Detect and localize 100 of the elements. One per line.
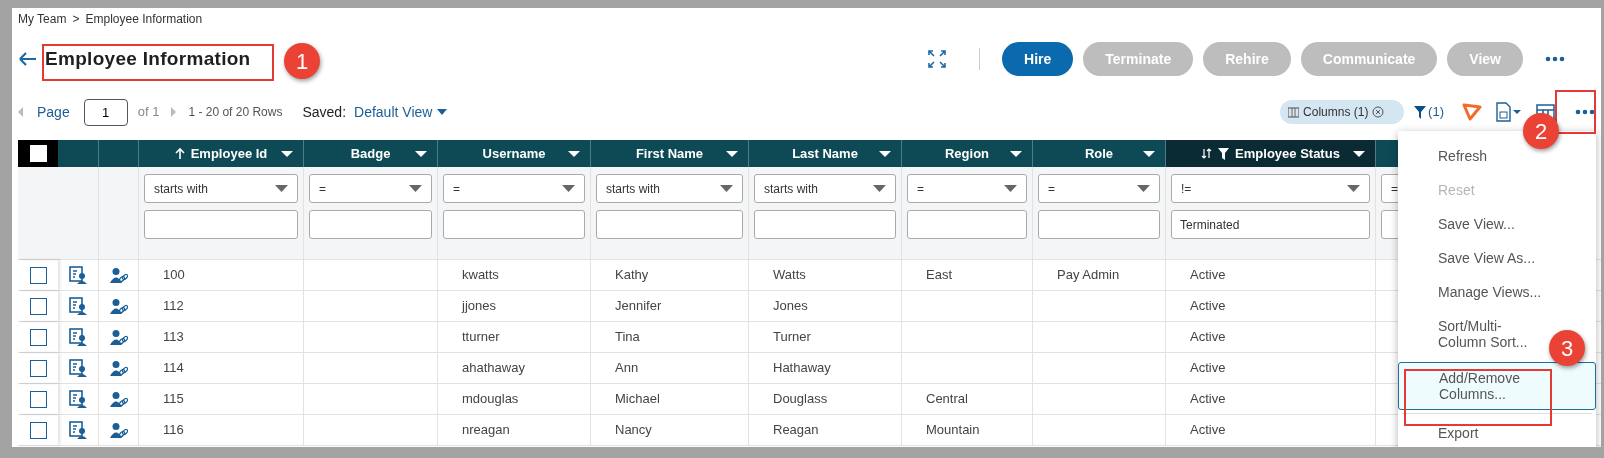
menu-item[interactable]: Export	[1438, 425, 1479, 441]
person-link-icon[interactable]	[109, 390, 128, 408]
clear-icon[interactable]	[1372, 106, 1385, 118]
person-link-icon[interactable]	[109, 328, 128, 346]
filter-input[interactable]	[144, 210, 298, 239]
operator-dropdown[interactable]: =	[443, 174, 585, 203]
table-cell-text: Michael	[615, 390, 660, 409]
operator-dropdown[interactable]: =	[1038, 174, 1160, 203]
caret-icon[interactable]	[879, 150, 891, 157]
column-header[interactable]: Badge	[304, 140, 438, 167]
table-cell-text: 116	[163, 421, 184, 440]
operator-dropdown[interactable]: starts with	[754, 174, 896, 203]
back-arrow-icon[interactable]	[18, 51, 37, 67]
breadcrumb-separator: >	[72, 11, 80, 28]
menu-item[interactable]: Manage Views...	[1438, 284, 1542, 300]
employee-profile-icon[interactable]	[68, 297, 88, 315]
column-header[interactable]: Last Name	[749, 140, 902, 167]
table-cell-text: Hathaway	[773, 359, 831, 378]
table-cell-text: Pay Admin	[1057, 266, 1120, 285]
table-cell-text: mdouglas	[462, 390, 519, 409]
row-checkbox[interactable]	[29, 390, 47, 408]
filter-chip[interactable]: Columns (1)	[1280, 100, 1405, 124]
person-link-icon[interactable]	[109, 359, 128, 377]
caret-icon[interactable]	[568, 150, 580, 157]
caret-icon[interactable]	[1143, 150, 1155, 157]
table-cell-text: Ann	[615, 359, 639, 378]
sort-icon[interactable]	[1201, 147, 1213, 160]
caret-icon[interactable]	[726, 150, 738, 157]
header-cell	[99, 140, 139, 167]
caret-icon[interactable]	[281, 150, 293, 157]
employee-profile-icon[interactable]	[68, 359, 88, 377]
row-checkbox[interactable]	[29, 328, 47, 346]
column-header[interactable]: Employee Id	[139, 140, 304, 167]
saved-label: Saved:	[302, 102, 347, 122]
table-cell-text: Active	[1190, 390, 1226, 409]
more-options-icon[interactable]	[1575, 109, 1595, 115]
operator-dropdown[interactable]: =	[309, 174, 432, 203]
table-cell-text: nreagan	[462, 421, 510, 440]
table-cell-text: Douglass	[773, 390, 828, 409]
employee-profile-icon[interactable]	[68, 328, 88, 346]
person-link-icon[interactable]	[109, 421, 128, 439]
menu-item[interactable]: Refresh	[1438, 148, 1488, 164]
action-button[interactable]: Hire	[1002, 42, 1074, 76]
table-cell-text: Active	[1190, 266, 1226, 285]
filter-input[interactable]	[596, 210, 743, 239]
table-cell-text: Active	[1190, 359, 1226, 378]
table-cell-text: East	[926, 266, 952, 285]
saved-view-dropdown[interactable]: Default View	[354, 101, 448, 123]
filter-count-button[interactable]: (1)	[1414, 102, 1444, 122]
filter-icon[interactable]	[1414, 105, 1427, 119]
operator-dropdown[interactable]: starts with	[144, 174, 298, 203]
filter-input[interactable]	[907, 210, 1027, 239]
menu-item[interactable]: Add/Remove Columns...	[1398, 362, 1596, 410]
table-cell-text: Jones	[773, 297, 808, 316]
filter-input[interactable]	[754, 210, 896, 239]
expand-icon[interactable]	[927, 49, 948, 69]
filter-input[interactable]	[1038, 210, 1160, 239]
select-all-checkbox[interactable]	[29, 145, 47, 162]
column-header[interactable]: Username	[438, 140, 591, 167]
table-cell-text: 114	[163, 359, 184, 378]
menu-item[interactable]: Save View As...	[1438, 250, 1535, 266]
page-title: Employee Information	[45, 49, 251, 69]
triangle-logo-icon[interactable]	[1462, 103, 1482, 121]
more-icon[interactable]	[1545, 56, 1565, 62]
menu-item[interactable]: Save View...	[1438, 216, 1515, 232]
row-checkbox[interactable]	[29, 266, 47, 284]
row-checkbox[interactable]	[29, 297, 47, 315]
breadcrumb-link[interactable]: My Team	[18, 10, 67, 28]
table-cell-text: 100	[163, 266, 185, 285]
operator-dropdown[interactable]: starts with	[596, 174, 743, 203]
table-cell-text: Tina	[615, 328, 640, 347]
caret-icon[interactable]	[415, 150, 427, 157]
table-cell-text: Turner	[773, 328, 811, 347]
employee-profile-icon[interactable]	[68, 390, 88, 408]
page-input[interactable]: 1	[83, 98, 128, 126]
column-header[interactable]: Region	[902, 140, 1033, 167]
row-checkbox[interactable]	[29, 359, 47, 377]
filter-icon[interactable]	[1218, 147, 1230, 160]
column-header[interactable]: Role	[1033, 140, 1166, 167]
employee-profile-icon[interactable]	[68, 421, 88, 439]
filter-input[interactable]	[309, 210, 432, 239]
table-cell-text: ahathaway	[462, 359, 525, 378]
menu-item[interactable]: Sort/Multi-Column Sort...	[1438, 318, 1543, 350]
person-link-icon[interactable]	[109, 266, 128, 284]
operator-dropdown[interactable]: =	[907, 174, 1027, 203]
operator-dropdown[interactable]: !=	[1171, 174, 1370, 203]
row-checkbox[interactable]	[29, 421, 47, 439]
employee-profile-icon[interactable]	[68, 266, 88, 284]
caret-icon[interactable]	[1353, 150, 1365, 157]
caret-icon[interactable]	[1010, 150, 1022, 157]
filter-input[interactable]: Terminated	[1171, 210, 1370, 239]
columns-icon[interactable]	[1288, 106, 1300, 118]
caret-icon[interactable]	[437, 109, 448, 115]
sort-ascending-icon[interactable]	[174, 147, 185, 160]
filter-input[interactable]	[443, 210, 585, 239]
breadcrumb-link[interactable]: Employee Information	[85, 10, 203, 28]
person-link-icon[interactable]	[109, 297, 128, 315]
export-document-icon[interactable]	[1496, 102, 1522, 122]
column-header[interactable]: Employee Status	[1166, 140, 1376, 167]
column-header[interactable]: First Name	[591, 140, 749, 167]
